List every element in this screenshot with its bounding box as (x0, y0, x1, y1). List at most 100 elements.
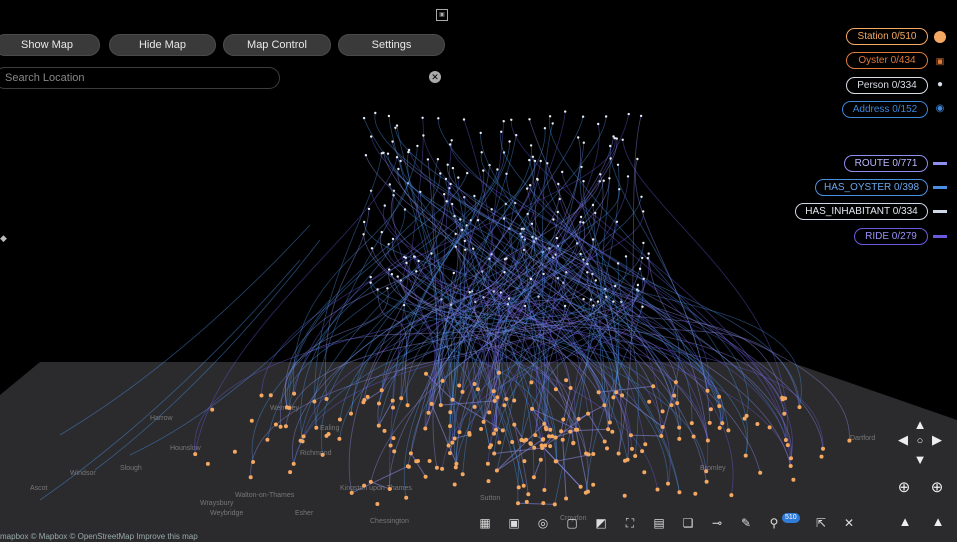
frame-icon[interactable]: ▢ (563, 515, 581, 531)
station-node (704, 479, 709, 484)
layers-icon[interactable]: ❏ (679, 515, 697, 531)
person-node (530, 222, 534, 225)
show-map-button[interactable]: Show Map (0, 34, 100, 56)
person-node (528, 158, 531, 162)
pan-right-icon[interactable]: ▶ (930, 432, 944, 448)
station-node (405, 403, 410, 408)
search-input[interactable]: Search Location (0, 67, 280, 89)
station-node (552, 502, 557, 507)
comment-icon[interactable]: ◆ (0, 233, 8, 243)
clear-search-icon[interactable]: ✕ (429, 71, 441, 83)
oyster-card-icon: ▣ (935, 56, 945, 66)
station-node (249, 418, 254, 423)
grid-icon[interactable]: ▤ (650, 515, 668, 531)
shuffle-icon[interactable]: ✕ (840, 515, 858, 531)
person-node (391, 140, 394, 143)
station-node (337, 436, 342, 441)
station-node (497, 370, 501, 375)
legend-has-oyster[interactable]: HAS_OYSTER 0/398 (815, 179, 928, 196)
legend-has-inhabitant[interactable]: HAS_INHABITANT 0/334 (795, 203, 928, 220)
station-node (564, 378, 569, 383)
person-node (543, 127, 547, 130)
station-node (544, 427, 549, 432)
station-node (210, 407, 215, 412)
rotate-right-icon[interactable]: ⊕ (928, 480, 946, 496)
route-line-icon (933, 162, 947, 165)
station-node (251, 460, 256, 464)
map-place-label: Richmond (300, 450, 332, 457)
target-icon[interactable]: ◎ (534, 515, 552, 531)
map-attribution[interactable]: mapbox © Mapbox © OpenStreetMap Improve … (0, 532, 198, 541)
person-node (636, 157, 639, 161)
legend-oyster[interactable]: Oyster 0/434 (846, 52, 928, 69)
station-node (541, 501, 546, 506)
hide-map-button[interactable]: Hide Map (109, 34, 216, 56)
station-node (337, 417, 342, 422)
station-node (368, 479, 373, 484)
person-node (380, 152, 383, 155)
person-node (449, 182, 452, 186)
screenshot-icon[interactable]: ▣ (505, 515, 523, 531)
select-area-icon[interactable]: ▦ (476, 515, 494, 531)
station-node (349, 490, 354, 495)
station-node (548, 444, 553, 449)
pan-down-icon[interactable]: ▼ (913, 452, 927, 468)
link-icon[interactable]: ⊸ (708, 515, 726, 531)
station-node (586, 489, 590, 494)
station-node (205, 461, 210, 466)
station-node (516, 485, 521, 490)
station-node (602, 403, 607, 408)
clean-icon[interactable]: ✎ (737, 515, 755, 531)
station-node (472, 382, 477, 386)
station-node (521, 483, 526, 488)
station-node (596, 390, 601, 395)
rotate-left-icon[interactable]: ⊕ (895, 480, 913, 496)
station-node (614, 390, 619, 395)
expand-nodes-icon[interactable]: ⛶ (621, 515, 639, 531)
image-icon[interactable]: ◩ (592, 515, 610, 531)
legend-ride[interactable]: RIDE 0/279 (854, 228, 928, 245)
station-node (365, 394, 370, 399)
map-control-button[interactable]: Map Control (223, 34, 331, 56)
settings-button[interactable]: Settings (338, 34, 445, 56)
expand-icon[interactable]: ▣ (436, 9, 448, 21)
person-node (466, 171, 469, 175)
legend-address[interactable]: Address 0/152 (842, 101, 928, 118)
station-node (633, 454, 638, 458)
person-node (616, 163, 620, 166)
person-node (579, 215, 583, 219)
station-node (677, 490, 682, 495)
station-node (542, 421, 547, 426)
station-node (481, 419, 486, 424)
person-node (613, 137, 616, 140)
pan-left-icon[interactable]: ◀ (896, 432, 910, 448)
person-node (390, 273, 394, 276)
pin-icon[interactable]: ⚲ (765, 515, 783, 531)
station-node (259, 393, 264, 398)
tilt-down-icon[interactable]: ▲ (896, 514, 914, 530)
person-node (417, 259, 420, 263)
station-node (283, 424, 288, 429)
legend-station[interactable]: Station 0/510 (846, 28, 928, 45)
station-node (434, 465, 439, 470)
station-node (550, 434, 555, 439)
person-node (599, 173, 602, 176)
person-node (510, 118, 513, 122)
person-node (479, 131, 482, 135)
station-node (742, 416, 747, 421)
station-node (785, 443, 790, 448)
station-node (438, 403, 443, 408)
person-node (525, 187, 529, 190)
legend-route[interactable]: ROUTE 0/771 (844, 155, 928, 172)
legend-person[interactable]: Person 0/334 (846, 77, 928, 94)
station-node (630, 446, 634, 451)
station-node (448, 451, 452, 456)
person-node (616, 262, 620, 265)
person-node (582, 141, 585, 144)
center-icon[interactable]: ○ (913, 433, 927, 449)
tilt-up-icon[interactable]: ▲ (929, 514, 947, 530)
export-icon[interactable]: ⇱ (812, 515, 830, 531)
person-node (446, 163, 449, 166)
pan-up-icon[interactable]: ▲ (913, 417, 927, 433)
person-node (370, 135, 373, 138)
